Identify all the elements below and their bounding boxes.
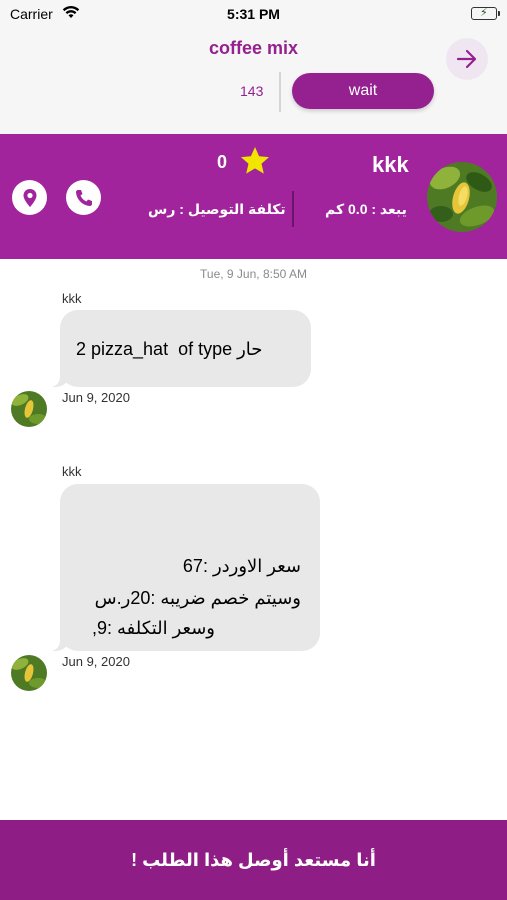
status-bar: Carrier 5:31 PM ⚡ (0, 0, 507, 28)
avatar (11, 655, 47, 691)
location-button[interactable] (12, 180, 47, 215)
distance-label: يبعد : 0.0 كم (325, 201, 407, 217)
avatar (427, 162, 497, 232)
message-sender: kkk (62, 291, 82, 306)
delivery-cost: تكلفة التوصيل : رس (148, 201, 286, 217)
driver-name: kkk (372, 152, 409, 177)
page-title: coffee mix (208, 38, 299, 58)
rating-value: 0 (217, 152, 228, 172)
location-pin-icon (23, 188, 36, 207)
battery-icon: ⚡ (471, 7, 500, 20)
message-date: Jun 9, 2020 (62, 390, 130, 405)
wait-button[interactable]: wait (292, 73, 434, 109)
message-date: Jun 9, 2020 (62, 654, 130, 669)
message-bubble: 2 pizza_hat of type حار (46, 310, 311, 387)
phone-icon (75, 189, 92, 206)
message-text-line: وسعر التكلفه :9, (92, 618, 215, 638)
message-sender: kkk (62, 464, 82, 479)
avatar (11, 391, 47, 427)
top-header: coffee mix 143 wait (0, 28, 507, 134)
call-button[interactable] (66, 180, 101, 215)
arrow-right-icon (456, 49, 477, 69)
message-text-line: سعر الاوردر :67 (182, 556, 301, 576)
order-count: 143 (240, 83, 264, 99)
message-text-line: وسيتم خصم ضريبه :20ر.س (94, 588, 301, 608)
driver-info-band: 0 تكلفة التوصيل : رس kkk يبعد : 0.0 كم (0, 134, 507, 259)
accept-order-button[interactable]: أنا مستعد أوصل هذا الطلب ! (0, 820, 507, 900)
day-timestamp: Tue, 9 Jun, 8:50 AM (200, 267, 307, 281)
status-time: 5:31 PM (227, 6, 280, 22)
star-icon (239, 146, 271, 181)
message-bubble: سعر الاوردر :67 وسيتم خصم ضريبه :20ر.س و… (46, 484, 320, 651)
message-text: 2 pizza_hat of type حار (76, 339, 263, 359)
info-divider (292, 191, 294, 227)
forward-button[interactable] (446, 38, 488, 80)
header-divider (279, 72, 281, 112)
